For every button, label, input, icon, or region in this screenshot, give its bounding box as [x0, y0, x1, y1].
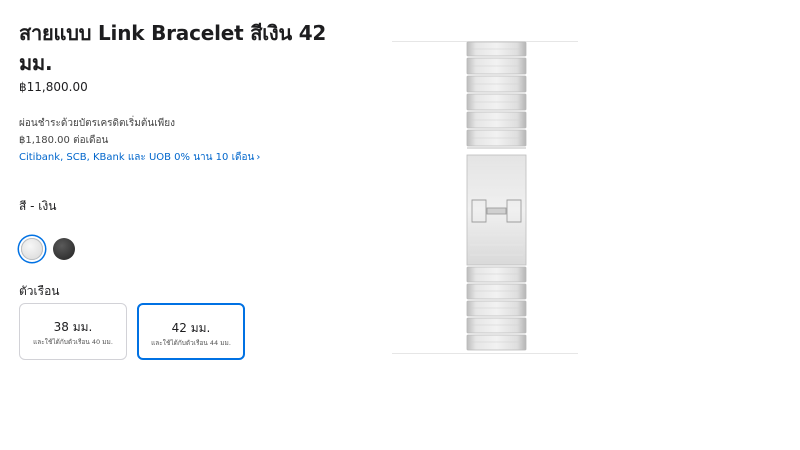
product-title: สายแบบ Link Bracelet สีเงิน 42 มม.	[19, 21, 327, 75]
installment-monthly: ฿1,180.00 ต่อเดือน	[19, 135, 109, 146]
product-price: ฿11,800.00	[19, 80, 88, 94]
case-size-label: ตัวเรือน	[19, 284, 60, 298]
installment-intro: ผ่อนชำระด้วยบัตรเครดิตเริ่มต้นเพียง	[19, 118, 175, 129]
installment-banks-link[interactable]: Citibank, SCB, KBank และ UOB 0% นาน 10 เ…	[19, 150, 260, 165]
case-size-42-note: และใช้ได้กับตัวเรือน 44 มม.	[151, 339, 231, 347]
case-size-38-label: 38 มม.	[53, 320, 93, 334]
upper-links	[466, 41, 527, 147]
color-label: สี - เงิน	[19, 199, 57, 213]
case-size-42-button[interactable]: 42 มม. และใช้ได้กับตัวเรือน 44 มม.	[137, 303, 245, 360]
installment-banks-link-text: Citibank, SCB, KBank และ UOB 0% นาน 10 เ…	[19, 152, 255, 163]
chevron-right-icon: ›	[256, 152, 261, 163]
case-size-38-note: และใช้ได้กับตัวเรือน 40 มม.	[33, 338, 113, 346]
lower-links	[466, 266, 527, 351]
color-swatch-silver[interactable]	[21, 238, 43, 260]
case-size-38-button[interactable]: 38 มม. และใช้ได้กับตัวเรือน 40 มม.	[19, 303, 127, 360]
link-bracelet-band-image	[466, 41, 527, 351]
case-size-42-label: 42 มม.	[171, 321, 211, 335]
color-swatch-space-black[interactable]	[53, 238, 75, 260]
